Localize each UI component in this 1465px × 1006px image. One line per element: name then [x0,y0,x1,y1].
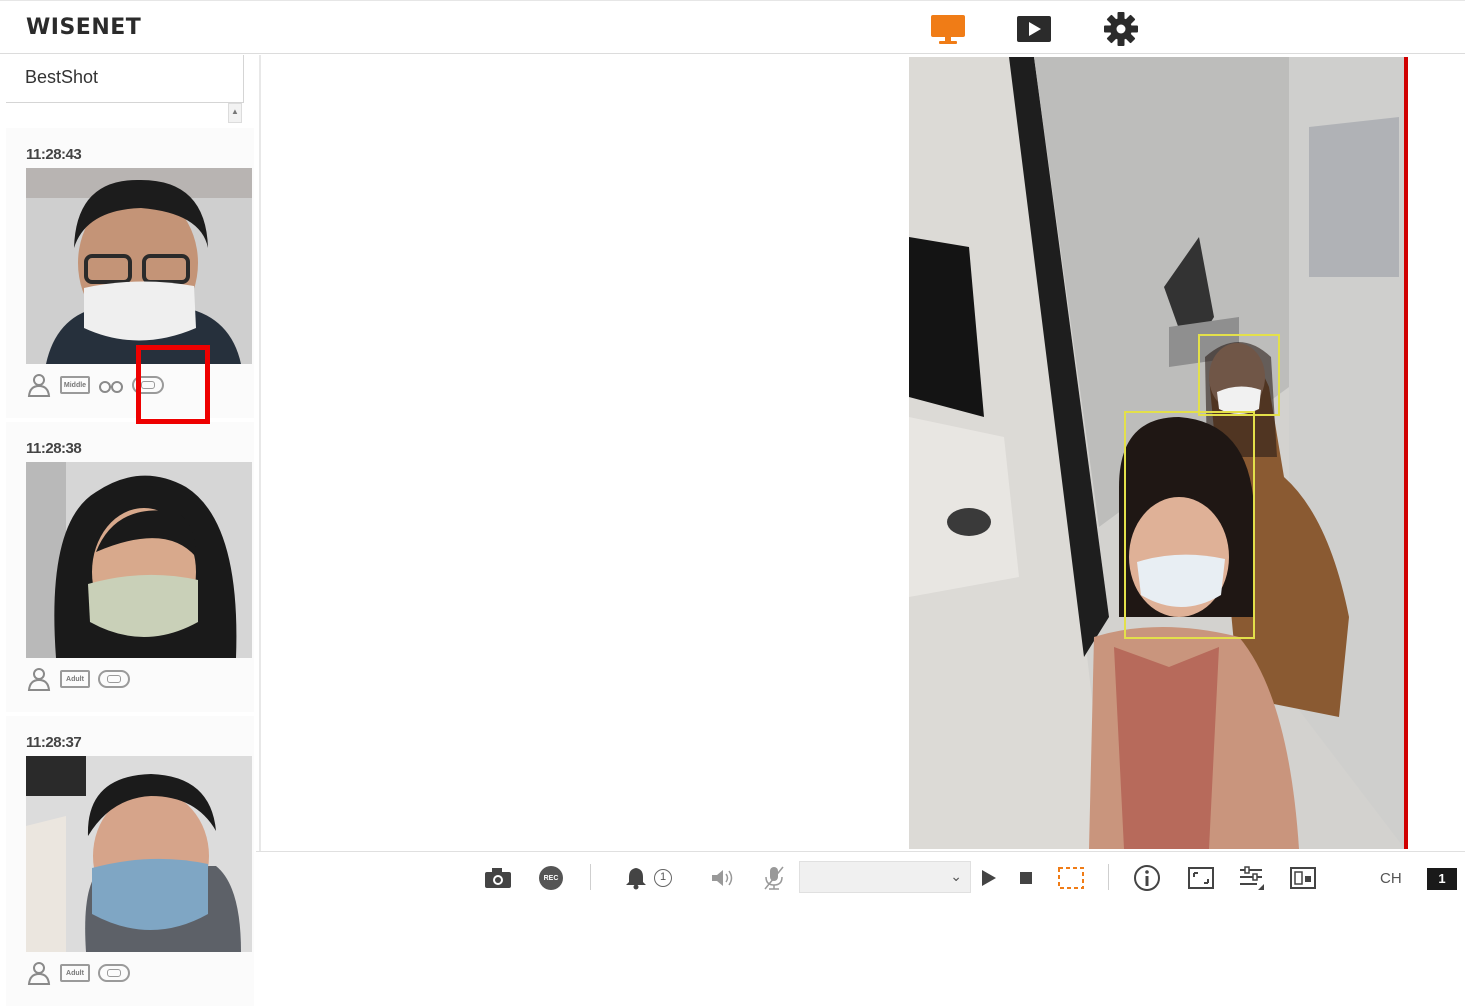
playback-button[interactable] [1014,11,1054,47]
age-badge: Middle [60,376,90,394]
mic-muted-icon [764,866,784,890]
wisenet-logo: WISENET [26,15,142,40]
face-thumbnail[interactable] [26,462,252,658]
roi-select-icon [1058,867,1084,889]
mask-icon [98,964,130,982]
speaker-button[interactable] [709,864,735,892]
alarm-button[interactable]: 1 [624,864,680,892]
scroll-up-button[interactable]: ▲ [228,103,242,123]
adjust-button[interactable] [1236,864,1266,892]
age-badge: Adult [60,670,90,688]
fit-screen-button[interactable] [1186,864,1216,892]
bestshot-title: BestShot [6,55,244,103]
mask-icon-highlight [136,345,210,424]
live-video[interactable] [909,57,1405,849]
chevron-down-icon: ⌄ [950,868,962,884]
fit-screen-icon [1188,867,1214,889]
live-view-button[interactable] [928,11,968,47]
info-icon [1134,865,1160,891]
person-icon [26,962,52,985]
capture-time: 11:28:38 [26,440,82,457]
person-icon [26,374,52,397]
face-detection-box [1124,411,1255,639]
attribute-row: Adult [26,666,130,692]
mask-icon [98,670,130,688]
pip-icon [1290,867,1316,889]
bestshot-card[interactable]: 11:28:43 Middle [6,128,254,418]
capture-time: 11:28:37 [26,734,82,751]
settings-button[interactable] [1101,11,1141,47]
face-thumbnail[interactable] [26,756,252,952]
attribute-row: Adult [26,960,130,986]
camera-icon [485,868,511,888]
info-button[interactable] [1132,864,1162,892]
profile-select[interactable]: ⌄ [799,861,971,893]
bell-icon [626,868,646,890]
channel-number[interactable]: 1 [1427,868,1457,890]
monitor-icon [931,15,965,44]
pip-button[interactable] [1288,864,1318,892]
sliders-icon [1240,866,1264,890]
glasses-icon [98,374,124,396]
video-edge-marker [1404,57,1408,849]
roi-button[interactable] [1056,864,1086,892]
stop-button[interactable] [1015,864,1037,892]
alarm-count: 1 [654,869,672,887]
age-badge: Adult [60,964,90,982]
face-detection-box [1198,334,1280,416]
capture-time: 11:28:43 [26,146,82,163]
record-button[interactable]: REC [537,864,565,892]
gear-icon [1104,12,1138,46]
person-icon [26,668,52,691]
face-thumbnail[interactable] [26,168,252,364]
speaker-icon [712,870,733,886]
play-arrow-icon [982,870,996,886]
toolbar-separator [1108,864,1109,890]
play-button[interactable] [978,864,1000,892]
stop-icon [1020,872,1032,884]
toolbar-separator [590,864,591,890]
capture-button[interactable] [483,864,513,892]
top-bar: WISENET [0,0,1465,54]
rec-label: REC [543,874,559,882]
channel-label: CH [1380,870,1402,887]
panel-divider[interactable] [259,55,261,851]
mic-button[interactable] [761,864,787,892]
bestshot-card[interactable]: 11:28:38 Adult [6,422,254,712]
play-icon [1017,16,1051,42]
live-toolbar: REC 1 ⌄ CH 1 [256,851,1465,903]
bestshot-card[interactable]: 11:28:37 Adult [6,716,254,1006]
